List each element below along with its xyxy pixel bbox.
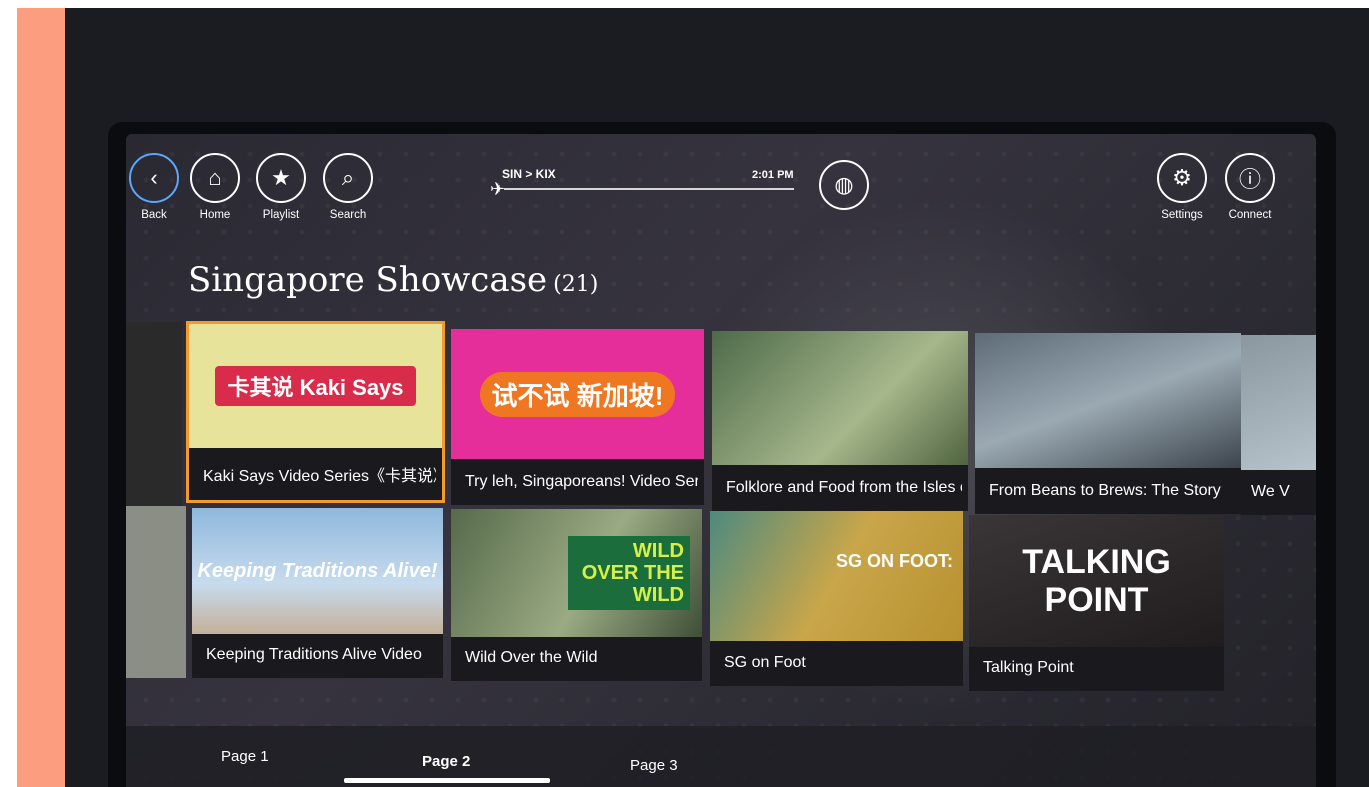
section-count: (21) (553, 272, 599, 297)
card-title: From Beans to Brews: The Story (989, 482, 1221, 499)
search-button[interactable]: ⌕ Search (320, 153, 376, 221)
card-title: SG on Foot (724, 654, 806, 671)
card-thumbnail: 试不试 新加坡! (451, 329, 704, 459)
flight-route: SIN > KIX (502, 167, 556, 181)
card-title: Keeping Traditions Alive Video (206, 646, 422, 663)
connect-button[interactable]: ⓘ Connect (1222, 153, 1278, 221)
star-icon: ★ (256, 153, 306, 203)
thumbnail-text: 试不试 新加坡! (479, 371, 676, 417)
thumbnail-text: Keeping Traditions Alive! (197, 559, 438, 582)
flight-map-button[interactable]: ◍ (816, 160, 872, 210)
page-2-tab[interactable]: Page 2 (422, 753, 470, 770)
card-thumbnail: 卡其说 Kaki Says (189, 324, 442, 448)
playlist-label: Playlist (262, 209, 300, 221)
card-thumbnail: Keeping Traditions Alive! (192, 508, 443, 634)
card-title: Wild Over the Wild (465, 649, 598, 666)
settings-label: Settings (1161, 209, 1203, 221)
local-time: 2:01 PM (752, 169, 794, 181)
globe-icon: ◍ (819, 160, 869, 210)
card-keeping-traditions[interactable]: Keeping Traditions Alive! Keeping Tradit… (192, 508, 443, 678)
card-beans-brews[interactable]: From Beans to Brews: The Story (975, 333, 1241, 514)
thumbnail-text: 卡其说 Kaki Says (215, 366, 416, 406)
back-label: Back (141, 209, 167, 221)
card-thumbnail: WILD OVER THE WILD (451, 509, 702, 637)
connect-label: Connect (1228, 209, 1272, 221)
settings-button[interactable]: ⚙ Settings (1154, 153, 1210, 221)
card-thumbnail (712, 331, 968, 465)
thumbnail-text: WILD OVER THE WILD (568, 536, 690, 610)
flight-progress-line (504, 188, 794, 190)
thumbnail-text: TALKING POINT (1022, 543, 1171, 619)
search-label: Search (329, 209, 367, 221)
card-talking-point[interactable]: TALKING POINT Talking Point (969, 515, 1224, 691)
partial-card-left[interactable] (126, 322, 182, 512)
back-button[interactable]: ‹ Back (126, 153, 182, 221)
home-button[interactable]: ⌂ Home (187, 153, 243, 221)
phone-info-icon: ⓘ (1225, 153, 1275, 203)
card-title: We V (1251, 483, 1290, 500)
card-thumbnail: TALKING POINT (969, 515, 1224, 647)
back-icon: ‹ (129, 153, 179, 203)
section-title-text: Singapore Showcase (188, 260, 548, 300)
card-title: Kaki Says Video Series《卡其说》 (203, 468, 436, 485)
card-folklore-food[interactable]: Folklore and Food from the Isles of Sing… (712, 331, 968, 511)
card-thumbnail: SG ON FOOT: (710, 511, 963, 641)
card-partial-right[interactable]: We V (1241, 335, 1316, 515)
card-thumbnail (975, 333, 1241, 468)
partial-card-left-row2[interactable] (126, 506, 186, 678)
entertainment-screen: ‹ Back ⌂ Home ★ Playlist ⌕ Search SIN > … (126, 134, 1316, 787)
page-3-tab[interactable]: Page 3 (630, 757, 678, 774)
page-1-tab[interactable]: Page 1 (221, 748, 269, 765)
section-title: Singapore Showcase (21) (188, 260, 598, 300)
left-edge-band (17, 8, 65, 787)
card-title: Folklore and Food from the Isles of Sing… (726, 479, 962, 496)
card-thumbnail (1241, 335, 1316, 470)
plane-icon: ✈ (490, 179, 506, 199)
card-title: Talking Point (983, 659, 1074, 676)
home-label: Home (199, 209, 231, 221)
card-try-leh[interactable]: 试不试 新加坡! Try leh, Singaporeans! Video Se… (451, 329, 704, 505)
card-wild-over-wild[interactable]: WILD OVER THE WILD Wild Over the Wild (451, 509, 702, 681)
playlist-button[interactable]: ★ Playlist (253, 153, 309, 221)
search-icon: ⌕ (323, 153, 373, 203)
card-kaki-says[interactable]: 卡其说 Kaki Says Kaki Says Video Series《卡其说… (186, 321, 445, 503)
thumbnail-text: SG ON FOOT: (836, 551, 953, 571)
pagination-bar: Page 1 Page 2 Page 3 (126, 726, 1316, 787)
active-page-indicator (344, 778, 550, 783)
home-icon: ⌂ (190, 153, 240, 203)
gear-icon: ⚙ (1157, 153, 1207, 203)
card-title: Try leh, Singaporeans! Video Series (465, 473, 698, 490)
card-sg-on-foot[interactable]: SG ON FOOT: SG on Foot (710, 511, 963, 686)
